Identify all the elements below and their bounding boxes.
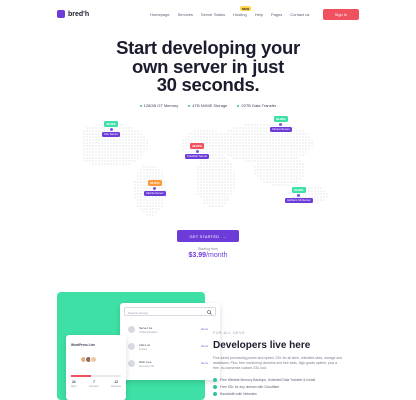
feature-list: 128GB OT Memory 4TB NVME Storage 20TB Da… [0,103,416,108]
starting-from-text: Starting from [197,247,219,251]
uptime-flag: 99.97% [148,180,162,186]
server-go-link[interactable]: Go to [201,327,208,331]
nav-item-hosting[interactable]: Hosting NEW [233,6,252,17]
check-icon [213,392,217,396]
uptime-flag: 99.98% [274,116,288,122]
server-go-link[interactable]: Go to [201,361,208,365]
map-pin-ashburn[interactable]: 99.99% Ashburn VA Server [285,187,313,204]
uptime-flag: 99.99% [292,187,306,193]
pin-location-label: Ashburn VA Server [285,197,313,204]
search-icon [207,309,212,315]
server-list-item[interactable]: Server 1a United Kingdom Go to [128,323,212,336]
get-started-button[interactable]: GET STARTED → [177,230,239,242]
sign-in-button[interactable]: Sign In [323,9,359,20]
stat-backups: 12 Backups [111,380,121,388]
pin-location-label: Vienna Server [270,126,292,133]
pin-dot-icon [195,149,199,153]
server-list-item[interactable]: Web Live Germany 5th Go to [128,357,212,370]
logo-text: bred'h [68,10,90,18]
server-list-item[interactable]: Lille1 us France Go to [128,340,212,353]
map-pin-atlanta[interactable]: 99.97% Atlanta Server [144,180,166,197]
server-go-link[interactable]: Go to [201,344,208,348]
check-icon [213,378,217,382]
hero-title-line-1: Start developing your [116,37,300,58]
new-badge: NEW [240,6,252,11]
search-placeholder: Search servers [128,310,149,315]
pin-dot-icon [109,127,113,131]
get-started-label: GET STARTED [189,233,220,239]
nav-item-server-status[interactable]: Server Status [201,12,225,17]
server-search-card: Search servers Server 1a United Kingdom G… [120,303,220,380]
wordpress-stats: 24 Sites 7 Domains 12 Backups [71,380,121,388]
price-amount: $3.99 [188,252,207,259]
map-pin-lille[interactable]: 99.99% Lille Server [102,121,120,138]
list-item: Bandwidth with Networks [213,392,315,396]
map-pin-frankfurt[interactable]: 99.95% Frankfurt Server [185,143,210,160]
nav-item-help[interactable]: Help [255,12,263,17]
nav-item-homepage[interactable]: Homepage [150,12,170,17]
hero-title-highlight: 30 seconds. [156,74,260,95]
starting-price: $3.99/month [0,252,416,259]
logo-icon [57,10,65,18]
developers-feature-list: Free Website Memory Backups, Unlimited D… [213,378,315,399]
feature-storage: 4TB NVME Storage [188,103,227,108]
avatar [90,356,97,363]
nav-item-hosting-label: Hosting [233,12,247,17]
pin-location-label: Lille Server [102,131,120,138]
pin-dot-icon [297,193,301,197]
stat-sites: 24 Sites [71,380,77,388]
price-period: /month [206,252,228,259]
bullet-dot-icon [139,104,142,107]
stat-domains: 7 Domains [89,380,99,388]
uptime-flag: 99.95% [190,143,204,149]
wordpress-card-title: WordPress Live [71,343,96,347]
feature-transfer: 20TB Data Transfer [237,103,276,108]
bullet-dot-icon [237,104,240,107]
server-avatar [128,326,135,333]
logo[interactable]: bred'h [57,10,89,18]
progress-bar [71,375,121,377]
feature-memory: 128GB OT Memory [139,103,178,108]
list-item: Free Website Memory Backups, Unlimited D… [213,378,315,382]
server-world-map: 99.99% Lille Server 99.98% Vienna Server… [80,115,340,225]
arrow-right-icon: → [222,233,227,239]
list-item: Free SSL for any domain with Cloudflare [213,385,315,389]
developers-body: Fine-tuned processing power and speed, S… [213,356,342,370]
pin-location-label: Frankfurt Server [185,153,210,160]
nav-item-services[interactable]: Services [178,12,193,17]
progress-fill [71,375,91,377]
server-search-input[interactable]: Search servers [124,307,216,316]
developers-eyebrow: FOR ALL DEVS [213,331,245,335]
wordpress-card: WordPress Live 24 Sites 7 Domains 12 Backup… [66,335,126,400]
map-pin-vienna[interactable]: 99.98% Vienna Server [270,116,292,133]
pin-dot-icon [279,122,283,126]
server-avatar [128,360,135,367]
check-icon [213,385,217,389]
avatar-group [80,356,97,363]
hero-title: Start developing your own server in just… [0,37,416,95]
main-menu: Homepage Services Server Status Hosting … [150,6,309,17]
pin-dot-icon [153,186,157,190]
pin-location-label: Atlanta Server [144,190,166,197]
nav-item-pages[interactable]: Pages [271,12,282,17]
nav-item-contact[interactable]: Contact us [290,12,309,17]
server-avatar [128,343,135,350]
top-nav: bred'h Homepage Services Server Status H… [0,0,416,30]
uptime-flag: 99.99% [104,121,118,127]
bullet-dot-icon [188,104,191,107]
developers-title: Developers live here [213,340,311,351]
